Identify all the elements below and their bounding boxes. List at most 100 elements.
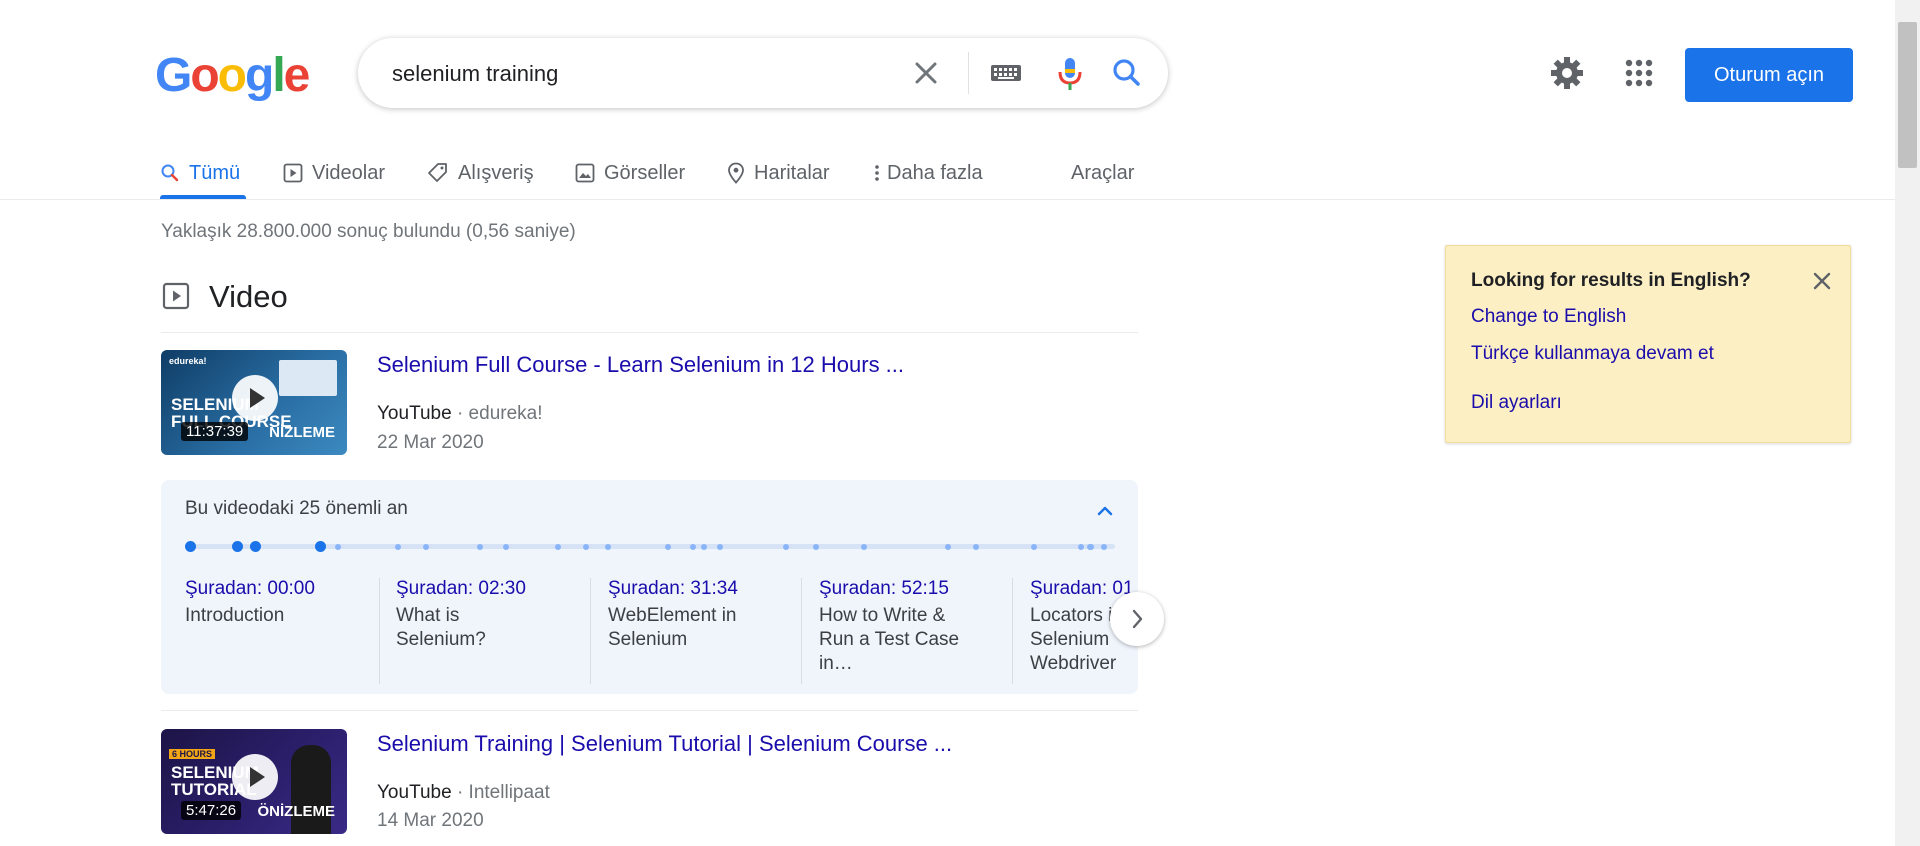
key-moment-marker[interactable] [250, 541, 261, 552]
key-moment-divider [590, 578, 591, 684]
key-moment-item[interactable]: Şuradan: 52:15 How to Write & Run a Test… [819, 578, 969, 694]
key-moment-marker[interactable] [583, 543, 589, 550]
language-card-title: Looking for results in English? [1471, 270, 1751, 291]
key-moment-marker[interactable] [395, 543, 401, 550]
key-moment-marker[interactable] [232, 541, 243, 552]
google-apps-button[interactable] [1620, 54, 1658, 92]
tab-videos[interactable]: Videolar [283, 148, 385, 198]
close-language-card-button[interactable] [1807, 266, 1837, 296]
key-moment-marker[interactable] [315, 541, 326, 552]
settings-button[interactable] [1548, 54, 1586, 92]
thumbnail-monitor-graphic [279, 360, 337, 396]
key-moment-marker[interactable] [690, 543, 696, 550]
video-platform: YouTube [377, 403, 452, 424]
video-duration: 5:47:26 [181, 801, 242, 820]
key-moment-marker[interactable] [185, 541, 196, 552]
divider [161, 332, 1138, 333]
key-moment-divider [379, 578, 380, 684]
key-moment-marker[interactable] [783, 543, 789, 550]
tab-tools[interactable]: Araçlar [1071, 148, 1134, 198]
tab-shopping[interactable]: Alışveriş [427, 148, 534, 198]
key-moment-marker[interactable] [973, 543, 979, 550]
key-moment-marker[interactable] [861, 543, 867, 550]
video-source: YouTube · Intellipaat [377, 782, 550, 804]
tab-label: Araçlar [1071, 161, 1135, 184]
key-moment-item[interactable]: Şuradan: 31:34 WebElement in Selenium [608, 578, 758, 694]
image-icon [575, 163, 595, 183]
chevron-up-icon [1097, 506, 1113, 516]
play-icon [232, 375, 278, 421]
key-moments-title: Bu videodaki 25 önemli an [185, 498, 408, 519]
tabs-divider [0, 199, 1895, 200]
video-thumbnail[interactable]: edureka! SELENIUM FULL COURSE 11:37:39 N… [161, 350, 347, 455]
video-icon [283, 163, 303, 183]
voice-search-button[interactable] [1050, 52, 1090, 94]
tab-label: Görseller [604, 161, 686, 184]
clear-search-button[interactable] [908, 55, 944, 91]
keep-turkish-link[interactable]: Türkçe kullanmaya devam et [1471, 343, 1714, 365]
search-icon [161, 164, 179, 182]
key-moment-marker[interactable] [423, 543, 429, 550]
key-moment-item[interactable]: Şuradan: 00:00 Introduction [185, 578, 370, 694]
apps-grid-icon [1625, 59, 1653, 87]
key-moment-marker[interactable] [1031, 543, 1037, 550]
scrollbar-thumb[interactable] [1898, 22, 1917, 168]
key-moment-time: Şuradan: 52:15 [819, 578, 949, 599]
video-date: 14 Mar 2020 [377, 810, 484, 831]
key-moment-marker[interactable] [555, 543, 561, 550]
tab-more[interactable]: Daha fazla [874, 148, 983, 198]
thumbnail-brand: edureka! [169, 356, 207, 366]
key-moment-marker[interactable] [1101, 543, 1107, 550]
search-button[interactable] [1106, 52, 1148, 94]
video-date: 22 Mar 2020 [377, 432, 484, 453]
tab-all[interactable]: Tümü [160, 148, 240, 198]
video-platform: YouTube [377, 782, 452, 803]
key-moment-marker[interactable] [605, 543, 611, 550]
key-moment-time: Şuradan: 31:34 [608, 578, 738, 599]
key-moment-marker[interactable] [1087, 543, 1093, 550]
video-title-link[interactable]: Selenium Training | Selenium Tutorial | … [377, 731, 952, 757]
gear-icon [1551, 57, 1583, 89]
key-moments-next-button[interactable] [1110, 592, 1164, 646]
search-input[interactable] [390, 38, 914, 110]
key-moment-marker[interactable] [945, 543, 951, 550]
google-logo[interactable]: Google [155, 48, 310, 104]
tab-images[interactable]: Görseller [575, 148, 685, 198]
video-section-heading: Video [209, 279, 288, 314]
key-moment-marker[interactable] [477, 543, 483, 550]
key-moment-marker[interactable] [503, 543, 509, 550]
divider [161, 710, 1138, 711]
collapse-key-moments-button[interactable] [1091, 498, 1119, 524]
key-moment-marker[interactable] [717, 543, 723, 550]
key-moment-marker[interactable] [813, 543, 819, 550]
search-box [358, 38, 1168, 110]
key-moment-label: WebElement in Selenium [608, 605, 737, 650]
preview-label: ÖNİZLEME [257, 803, 336, 820]
key-moments-timeline[interactable] [185, 541, 1115, 552]
play-icon [232, 754, 278, 800]
key-moment-marker[interactable] [335, 543, 341, 550]
tab-label: Tümü [189, 161, 241, 184]
tag-icon [428, 163, 447, 182]
thumbnail-brand: 6 HOURS [169, 749, 216, 759]
video-channel: · edureka! [456, 403, 543, 424]
video-thumbnail[interactable]: 6 HOURS SELENIUM TUTORIAL 5:47:26 ÖNİZLE… [161, 729, 347, 834]
change-to-english-link[interactable]: Change to English [1471, 306, 1626, 328]
search-icon [1113, 59, 1140, 86]
tab-maps[interactable]: Haritalar [727, 148, 830, 198]
key-moment-marker[interactable] [701, 543, 707, 550]
microphone-icon [1058, 58, 1082, 90]
key-moments-panel: Bu videodaki 25 önemli an Şuradan: 00:00… [161, 480, 1138, 694]
key-moment-marker[interactable] [665, 543, 671, 550]
video-title-link[interactable]: Selenium Full Course - Learn Selenium in… [377, 352, 904, 378]
keyboard-button[interactable] [986, 55, 1026, 91]
key-moment-time: Şuradan: 02:30 [396, 578, 526, 599]
language-settings-link[interactable]: Dil ayarları [1471, 392, 1562, 414]
key-moment-item[interactable]: Şuradan: 02:30 What is Selenium? [396, 578, 546, 694]
more-vert-icon [875, 165, 879, 181]
sign-in-button[interactable]: Oturum açın [1685, 48, 1853, 102]
language-suggestion-card: Looking for results in English? Change t… [1445, 245, 1851, 443]
chevron-right-icon [1132, 609, 1143, 629]
key-moment-marker[interactable] [1078, 543, 1084, 550]
close-icon [1813, 272, 1831, 290]
